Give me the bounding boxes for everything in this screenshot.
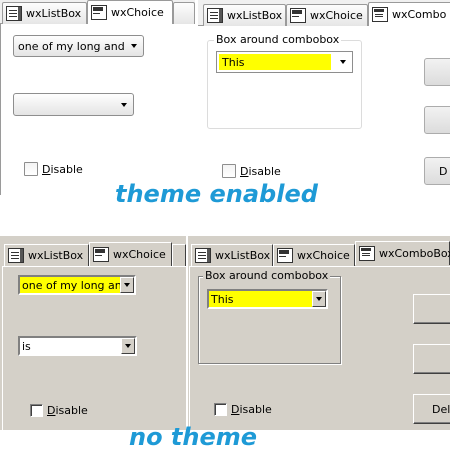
tab-listbox[interactable]: wxListBox — [4, 244, 89, 266]
choice-icon — [290, 8, 306, 23]
listbox-icon — [207, 8, 223, 23]
listbox-icon — [6, 6, 22, 21]
choice-icon — [93, 247, 109, 262]
tab-label: wxComboBox — [379, 247, 450, 260]
delete-button[interactable]: Del — [413, 394, 450, 424]
choice-empty[interactable] — [13, 93, 134, 116]
tab-label: wxChoice — [297, 249, 350, 262]
checkbox-box — [222, 164, 236, 178]
tab-label: wxChoice — [310, 9, 363, 22]
choice-icon — [277, 248, 293, 263]
tab-label: wxChoice — [113, 248, 166, 261]
combobox-icon — [372, 7, 388, 22]
combobox[interactable]: This — [207, 289, 328, 309]
disable-checkbox[interactable]: Disable — [30, 402, 88, 418]
listbox-icon — [195, 248, 211, 263]
right-button-2[interactable] — [424, 106, 450, 134]
tab-choice[interactable]: wxChoice — [286, 4, 368, 26]
chevron-down-icon — [316, 297, 322, 301]
checkbox-box — [30, 403, 43, 417]
disable-checkbox[interactable]: Disable — [214, 401, 272, 417]
tab-choice[interactable]: wxChoice — [89, 242, 172, 266]
disable-label: Disable — [231, 402, 272, 416]
combobox-icon — [359, 246, 375, 261]
caption-theme-enabled: theme enabled — [115, 180, 318, 208]
tab-listbox[interactable]: wxListBox — [191, 244, 273, 266]
combobox[interactable]: This — [216, 51, 353, 73]
tab-label: wxListBox — [28, 249, 84, 262]
combobox-text[interactable]: This — [219, 54, 331, 70]
checkbox-box — [24, 162, 38, 176]
tab-partial[interactable] — [172, 244, 186, 266]
disable-checkbox[interactable]: Disable — [222, 163, 281, 179]
choice-value: one of my long and — [22, 278, 129, 292]
combobox-value: This — [211, 292, 234, 306]
button-label: Del — [432, 402, 450, 416]
tab-label: wxCombo — [392, 8, 447, 21]
classic-left-window: wxListBox wxChoice one of my long and is… — [0, 236, 186, 430]
disable-label: Disable — [42, 162, 83, 176]
tab-combobox[interactable]: wxCombo — [368, 2, 450, 26]
dropdown-button[interactable] — [121, 338, 135, 354]
tab-partial[interactable] — [173, 2, 195, 24]
tab-label: wxListBox — [215, 249, 271, 262]
tab-choice[interactable]: wxChoice — [273, 244, 355, 266]
tab-combobox[interactable]: wxComboBox — [355, 241, 450, 265]
tab-label: wxListBox — [227, 9, 283, 22]
tab-listbox[interactable]: wxListBox — [203, 4, 286, 26]
choice-long[interactable]: one of my long and — [18, 275, 136, 295]
chevron-down-icon — [121, 103, 127, 107]
checkbox-box — [214, 402, 227, 416]
dropdown-button[interactable] — [120, 277, 134, 293]
tab-label: wxListBox — [26, 7, 82, 20]
tab-choice[interactable]: wxChoice — [87, 0, 173, 24]
dropdown-button[interactable] — [312, 291, 326, 307]
disable-label: Disable — [47, 403, 88, 417]
choice-value: is — [22, 339, 31, 353]
themed-left-window: wxListBox wxChoice one of my long and Di… — [0, 0, 195, 195]
chevron-down-icon — [125, 344, 131, 348]
choice-icon — [91, 5, 107, 20]
chevron-down-icon — [131, 44, 137, 48]
classic-right-window: wxListBox wxChoice wxComboBox Box around… — [188, 236, 450, 430]
tab-listbox[interactable]: wxListBox — [2, 2, 87, 24]
disable-checkbox[interactable]: Disable — [24, 161, 83, 177]
button-label: D — [439, 164, 448, 178]
disable-label: Disable — [240, 164, 281, 178]
combobox-value: This — [222, 55, 245, 69]
group-box-label: Box around combobox — [203, 269, 331, 282]
right-button-1[interactable] — [413, 294, 450, 324]
right-button-1[interactable] — [424, 58, 450, 86]
choice-long[interactable]: one of my long and — [13, 35, 144, 57]
listbox-icon — [8, 248, 24, 263]
caption-no-theme: no theme — [129, 423, 258, 451]
tab-label: wxChoice — [111, 6, 164, 19]
group-box-label: Box around combobox — [214, 33, 342, 46]
chevron-down-icon — [124, 283, 130, 287]
chevron-down-icon — [340, 60, 346, 64]
choice-is[interactable]: is — [18, 336, 137, 356]
choice-value: one of my long and — [18, 39, 125, 53]
right-button-2[interactable] — [413, 344, 450, 374]
themed-right-window: wxListBox wxChoice wxCombo Box around co… — [198, 0, 450, 195]
delete-button[interactable]: D — [424, 157, 450, 185]
